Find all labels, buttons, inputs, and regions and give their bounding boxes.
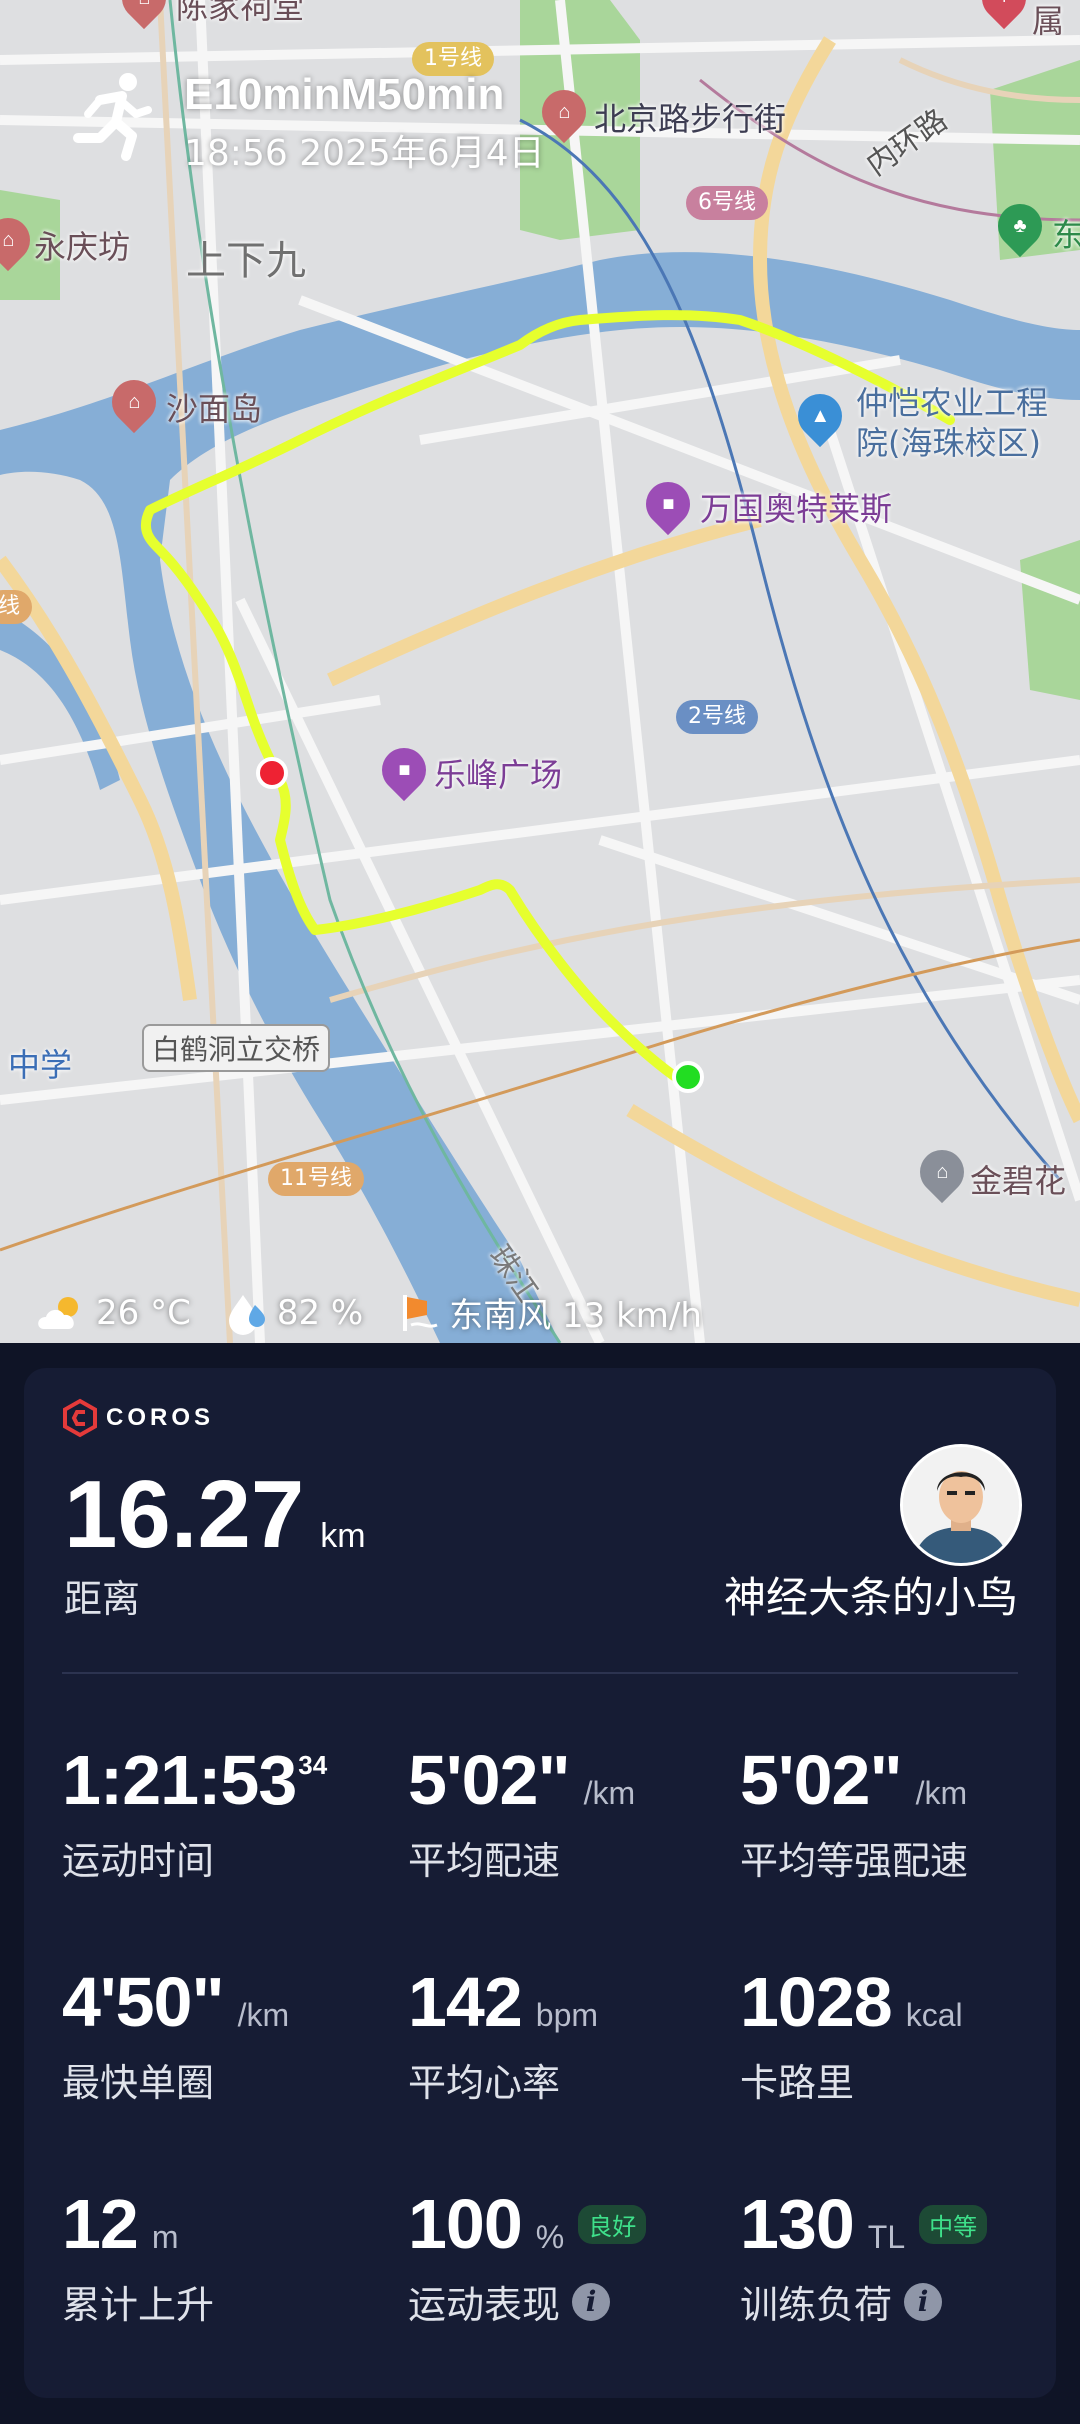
stat-unit: bpm <box>535 1997 599 2033</box>
partly-cloudy-icon <box>38 1296 78 1329</box>
avatar[interactable] <box>900 1444 1022 1566</box>
map-label-chenjiaci: 陈家祠堂 <box>176 0 305 26</box>
user-avatar-icon <box>903 1447 1019 1563</box>
stat-label: 运动表现 <box>408 2283 561 2327</box>
stat-avg-heart-rate: 142 bpm 平均心率 <box>408 1962 738 2107</box>
stat-unit: m <box>151 2219 179 2255</box>
route-start-marker <box>672 1061 704 1093</box>
stat-unit: TL <box>867 2219 906 2255</box>
stat-value: 5'02" <box>740 1741 903 1819</box>
stat-unit: /km <box>237 1997 290 2033</box>
stat-unit: /km <box>915 1775 968 1811</box>
stat-label: 运动时间 <box>62 1839 215 1883</box>
distance-unit: km <box>320 1517 366 1555</box>
stat-value: 100 <box>408 2185 523 2263</box>
weather-bar: 26 °C 82 % 东南风 13 km/h <box>34 1288 736 1337</box>
stat-label: 平均等强配速 <box>740 1839 969 1883</box>
running-icon <box>73 73 152 161</box>
stat-value: 1:21:53 <box>62 1741 297 1819</box>
stat-label: 卡路里 <box>740 2061 855 2105</box>
wind-icon <box>403 1294 438 1331</box>
subway-line-6-badge: 6号线 <box>686 186 768 220</box>
route-end-marker <box>256 757 288 789</box>
info-icon[interactable]: i <box>572 2282 611 2321</box>
route-map[interactable]: ⌂ 陈家祠堂 + 属 ⌂ 北京路步行街 ⌂ 永庆坊 上下九 ⌂ 沙面岛 ♣ 东 … <box>0 0 1080 1343</box>
stat-avg-pace: 5'02" /km 平均配速 <box>408 1740 738 1885</box>
map-label-baihedong: 白鹤洞立交桥 <box>142 1024 331 1072</box>
training-load-badge: 中等 <box>919 2204 988 2244</box>
activity-title: E10minM50min <box>184 70 505 119</box>
distance-value: 16.27 <box>64 1461 305 1568</box>
stat-calories: 1028 kcal 卡路里 <box>740 1962 1070 2107</box>
stat-label-row: 运动表现 i <box>408 2274 738 2329</box>
wind-value: 东南风 13 km/h <box>449 1296 702 1336</box>
map-label-shamiandao: 沙面岛 <box>166 390 263 428</box>
stat-label: 累计上升 <box>62 2283 215 2327</box>
stat-value: 130 <box>740 2185 855 2263</box>
stat-label: 平均心率 <box>408 2061 561 2105</box>
map-label-zhongxue: 中学 <box>8 1046 73 1084</box>
subway-line-11-badge: 11号线 <box>268 1162 364 1196</box>
coros-logo-icon <box>63 1398 97 1438</box>
activity-datetime: 18:56 2025年6月4日 <box>184 133 545 174</box>
temperature-value: 26 °C <box>96 1292 191 1333</box>
divider <box>62 1672 1018 1674</box>
stat-value-fraction: 34 <box>298 1750 328 1780</box>
stat-performance: 100 % 良好 运动表现 i <box>408 2184 738 2329</box>
user-name: 神经大条的小鸟 <box>723 1573 1018 1622</box>
stat-value: 142 <box>408 1963 523 2041</box>
humidity-value: 82 % <box>276 1292 364 1333</box>
stat-unit: kcal <box>905 1997 963 2033</box>
stat-elevation-gain: 12 m 累计上升 <box>62 2184 392 2329</box>
map-label-wanguo: 万国奥特莱斯 <box>700 490 893 528</box>
stat-label-row: 训练负荷 i <box>740 2274 1070 2329</box>
brand-logo: COROS <box>60 1398 214 1438</box>
distance-label: 距离 <box>64 1577 141 1621</box>
map-label-beijinglu: 北京路步行街 <box>594 100 787 138</box>
stat-fastest-lap: 4'50" /km 最快单圈 <box>62 1962 392 2107</box>
stat-training-load: 130 TL 中等 训练负荷 i <box>740 2184 1070 2329</box>
map-label-lefeng: 乐峰广场 <box>434 756 563 794</box>
stat-unit: % <box>535 2219 565 2255</box>
stat-value: 4'50" <box>62 1963 225 2041</box>
activity-summary-card: COROS 16.27 km 距离 神经大条的小鸟 1:21:53 34 运动时… <box>24 1368 1056 2398</box>
stat-value: 12 <box>62 2185 139 2263</box>
info-icon[interactable]: i <box>904 2282 943 2321</box>
stat-value: 1028 <box>740 1963 893 2041</box>
distance-stat: 16.27 km <box>64 1460 366 1570</box>
map-label-shangxiajiu: 上下九 <box>186 238 306 284</box>
map-base-layer <box>0 0 1080 1343</box>
stat-duration: 1:21:53 34 运动时间 <box>62 1740 392 1885</box>
stat-label: 训练负荷 <box>740 2283 893 2327</box>
activity-header: E10minM50min 18:56 2025年6月4日 <box>60 66 545 176</box>
map-label-zhongkai-campus: 院(海珠校区) <box>856 424 1041 462</box>
stat-label: 最快单圈 <box>62 2061 215 2105</box>
map-label-dong: 东 <box>1052 216 1080 254</box>
brand-name: COROS <box>106 1404 215 1431</box>
map-label-jinbihua: 金碧花 <box>970 1162 1067 1200</box>
performance-rating-badge: 良好 <box>578 2204 647 2244</box>
subway-line-2-badge: 2号线 <box>676 700 758 734</box>
stat-value: 5'02" <box>408 1741 571 1819</box>
map-label-shu: 属 <box>1032 2 1065 40</box>
humidity-icon <box>228 1294 265 1335</box>
stat-unit: /km <box>583 1775 636 1811</box>
stat-label: 平均配速 <box>408 1839 561 1883</box>
stat-grade-adjusted-pace: 5'02" /km 平均等强配速 <box>740 1740 1070 1885</box>
map-label-yongqingfang: 永庆坊 <box>34 228 131 266</box>
